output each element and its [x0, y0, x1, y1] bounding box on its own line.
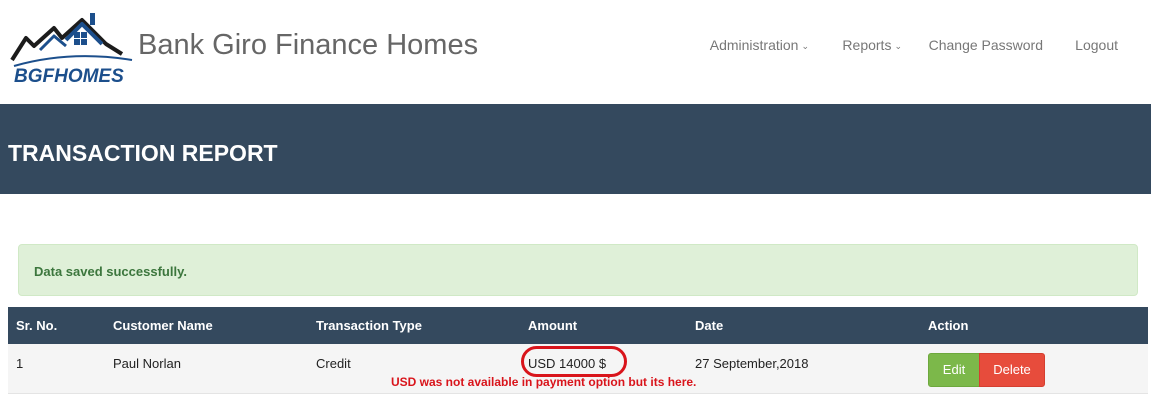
page-header: TRANSACTION REPORT — [0, 104, 1151, 194]
annotation-highlight-ellipse — [521, 346, 627, 377]
column-header-sr-no: Sr. No. — [16, 318, 58, 333]
nav-logout-label: Logout — [1075, 37, 1118, 53]
nav-reports[interactable]: Reports ⌄ — [842, 37, 902, 53]
column-header-amount: Amount — [528, 318, 578, 333]
chevron-down-icon: ⌄ — [894, 41, 902, 51]
page-title: TRANSACTION REPORT — [8, 140, 278, 166]
annotation-note: USD was not available in payment option … — [391, 375, 697, 389]
nav-change-password-label: Change Password — [928, 37, 1043, 53]
delete-button[interactable]: Delete — [979, 353, 1045, 387]
column-header-date: Date — [695, 318, 724, 333]
bgfhomes-logo[interactable]: BGFHOMES — [10, 10, 136, 87]
column-header-transaction-type: Transaction Type — [316, 318, 422, 333]
column-header-action: Action — [928, 318, 969, 333]
navbar: BGFHOMES Bank Giro Finance Homes Adminis… — [0, 0, 1151, 104]
nav-reports-label: Reports — [842, 37, 892, 53]
alert-message: Data saved successfully. — [34, 264, 187, 279]
success-alert: Data saved successfully. — [18, 244, 1138, 296]
nav-administration[interactable]: Administration ⌄ — [710, 37, 809, 53]
cell-sr-no: 1 — [16, 356, 24, 371]
chevron-down-icon: ⌄ — [801, 41, 809, 51]
cell-transaction-type: Credit — [316, 356, 351, 371]
cell-customer-name: Paul Norlan — [113, 356, 181, 371]
edit-button[interactable]: Edit — [928, 353, 980, 387]
nav-change-password[interactable]: Change Password — [929, 37, 1043, 53]
brand-title[interactable]: Bank Giro Finance Homes — [138, 29, 478, 62]
table-header: Sr. No. Customer Name Transaction Type A… — [8, 307, 1148, 344]
logo-text: BGFHOMES — [14, 66, 124, 86]
house-logo-icon: BGFHOMES — [10, 13, 133, 87]
nav-administration-label: Administration — [709, 37, 799, 53]
nav-logout[interactable]: Logout — [1075, 37, 1118, 53]
cell-date: 27 September,2018 — [695, 356, 809, 371]
column-header-customer-name: Customer Name — [113, 318, 213, 333]
